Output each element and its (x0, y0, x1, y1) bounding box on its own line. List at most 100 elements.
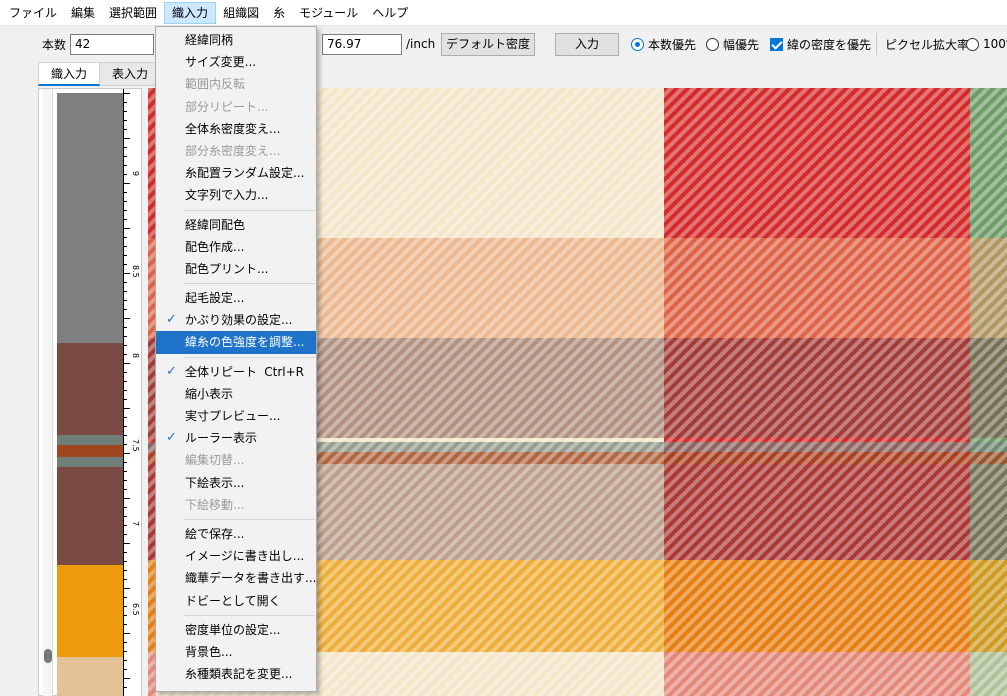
checkmark-icon: ✓ (166, 363, 177, 379)
menu-item-0[interactable]: ファイル (2, 2, 64, 24)
menu-option[interactable]: 全体糸密度変え... (156, 118, 316, 140)
menu-option-label: ドビーとして開く (185, 593, 281, 608)
menu-item-2[interactable]: 選択範囲 (102, 2, 164, 24)
ruler-tick (124, 588, 130, 589)
menu-option[interactable]: 糸種類表記を変更... (156, 663, 316, 685)
tab-table-input[interactable]: 表入力 (100, 62, 162, 86)
menu-option[interactable]: ✓ かぶり効果の設定... (156, 309, 316, 331)
radio-on-icon[interactable] (631, 37, 644, 51)
menubar: ファイル 編集 選択範囲 織入力 組織図糸モジュール ヘルプ (0, 0, 1007, 26)
checkmark-icon: ✓ (166, 312, 177, 328)
seg-rust[interactable] (57, 445, 123, 457)
menu-option[interactable]: 密度単位の設定... (156, 619, 316, 641)
zoom-option-radio[interactable]: 100% (966, 27, 1007, 61)
checkbox-checked-icon[interactable] (770, 37, 783, 51)
seg-tan[interactable] (57, 657, 123, 696)
ruler-tick (124, 372, 127, 373)
ruler-tick (124, 480, 127, 481)
pixel-zoom-label: ピクセル拡大率 (885, 37, 970, 52)
menu-option[interactable]: ✓ ルーラー表示 (156, 427, 316, 449)
menu-option[interactable]: 下絵表示... (156, 472, 316, 494)
menu-item-6[interactable]: モジュール (292, 2, 365, 24)
radio-width-priority[interactable]: 幅優先 (706, 27, 759, 61)
ruler-tick (124, 120, 127, 121)
default-density-button[interactable]: デフォルト密度 (441, 32, 535, 56)
weft-color-strip[interactable] (57, 93, 123, 696)
unit-label: /inch (406, 37, 436, 51)
menu-option[interactable]: 背景色... (156, 641, 316, 663)
menu-option[interactable]: 織華データを書き出す... (156, 567, 316, 589)
vertical-scrollbar[interactable] (43, 89, 53, 696)
ruler-tick (124, 201, 127, 202)
menu-option-label: 経緯同配色 (185, 217, 246, 232)
ruler-tick (124, 336, 127, 337)
ruler-tick (124, 498, 130, 499)
ruler-tick (124, 507, 127, 508)
seg-teal[interactable] (57, 435, 123, 445)
menu-option-label: 配色プリント... (185, 261, 269, 276)
ruler-tick (124, 156, 127, 157)
menu-option[interactable]: サイズ変更... (156, 51, 316, 73)
menu-item-1[interactable]: 編集 (64, 2, 102, 24)
menu-option[interactable]: 起毛設定... (156, 287, 316, 309)
ruler-tick (124, 633, 130, 634)
radio-off-icon[interactable] (966, 37, 979, 51)
menu-option[interactable]: 縮小表示 (156, 383, 316, 405)
menu-option[interactable]: ✓ 全体リピート Ctrl+R (156, 361, 316, 383)
menu-option: 編集切替... (156, 449, 316, 471)
menu-option[interactable]: 緯糸の色強度を調整... (156, 331, 316, 354)
radio-count-priority-label: 本数優先 (648, 37, 697, 52)
ruler-tick (124, 147, 127, 148)
menu-option-label: 文字列で入力... (185, 188, 269, 203)
menu-option-label: かぶり効果の設定... (185, 313, 293, 328)
ruler-tick (124, 165, 127, 166)
radio-count-priority[interactable]: 本数優先 (631, 27, 696, 61)
menu-option[interactable]: イメージに書き出し... (156, 545, 316, 567)
seg-gray[interactable] (57, 93, 123, 343)
ruler-tick (124, 300, 127, 301)
ruler-tick (124, 606, 127, 607)
menu-option[interactable]: 絵で保存... (156, 523, 316, 545)
menu-option[interactable]: 糸配置ランダム設定... (156, 162, 316, 184)
menu-item-4[interactable]: 組織図 (216, 2, 266, 24)
scroll-thumb[interactable] (44, 649, 52, 663)
menu-option-label: 実寸プレビュー... (185, 409, 281, 423)
seg-orange[interactable] (57, 565, 123, 657)
menu-option[interactable]: 経緯同配色 (156, 214, 316, 236)
ruler-tick (124, 237, 127, 238)
ruler-tick (124, 219, 127, 220)
menu-option: 部分リピート... (156, 96, 316, 118)
input-button[interactable]: 入力 (555, 32, 619, 56)
menu-option[interactable]: 実寸プレビュー... (156, 405, 316, 427)
ruler-tick (124, 426, 127, 427)
seg-brown[interactable] (57, 343, 123, 435)
weave-input-menu: 経緯同柄 サイズ変更... 範囲内反転 部分リピート... 全体糸密度変え... 部分糸密… (155, 26, 317, 692)
ruler-tick (124, 93, 130, 94)
ruler-tick (124, 264, 127, 265)
weft-density-priority-checkbox[interactable]: 緯の密度を優先 (770, 27, 871, 61)
menu-item-7[interactable]: ヘルプ (365, 2, 415, 24)
menu-option[interactable]: 文字列で入力... (156, 184, 316, 206)
ruler-tick (124, 660, 127, 661)
menu-option[interactable]: 配色プリント... (156, 258, 316, 280)
tab-weave-input[interactable]: 織入力 (38, 62, 101, 86)
menu-option[interactable]: 経緯同柄 (156, 29, 316, 51)
radio-off-icon[interactable] (706, 37, 719, 51)
ruler-tick (124, 678, 130, 679)
seg-teal-2[interactable] (57, 457, 123, 467)
ruler-tick (124, 444, 127, 445)
ruler-tick (124, 471, 127, 472)
ruler-tick (124, 579, 127, 580)
ruler-tick (124, 246, 127, 247)
menu-option[interactable]: ドビーとして開く (156, 590, 316, 612)
density-input[interactable]: 76.97 (322, 33, 402, 55)
menu-option-label: 編集切替... (185, 453, 245, 468)
menu-item-3[interactable]: 織入力 (164, 1, 217, 24)
menu-item-5[interactable]: 糸 (266, 2, 292, 24)
count-input[interactable]: 42 (70, 33, 154, 55)
ruler-tick (124, 102, 127, 103)
seg-brown-2[interactable] (57, 467, 123, 565)
menu-option[interactable]: 配色作成... (156, 236, 316, 258)
menu-option-label: 糸種類表記を変更... (185, 667, 293, 682)
ruler-tick (124, 309, 127, 310)
